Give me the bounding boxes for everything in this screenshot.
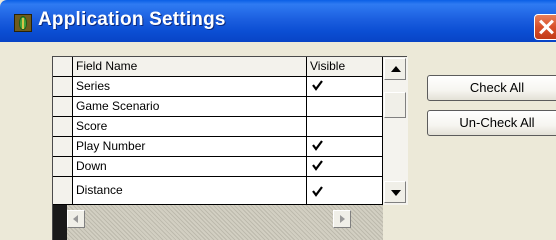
scroll-right-button[interactable] <box>333 210 351 228</box>
row-selector[interactable] <box>53 137 73 157</box>
visible-checkbox[interactable] <box>311 99 324 112</box>
scroll-down-button[interactable] <box>384 181 406 203</box>
vertical-scroll-thumb[interactable] <box>384 92 406 118</box>
visible-cell[interactable] <box>307 177 383 205</box>
row-selector[interactable] <box>53 117 73 137</box>
vertical-scrollbar[interactable] <box>383 57 408 205</box>
arrow-down-icon <box>391 190 401 196</box>
uncheck-all-button[interactable]: Un-Check All <box>427 110 556 136</box>
field-name-cell[interactable]: Distance <box>73 177 307 205</box>
grid-corner-header <box>53 57 73 77</box>
horizontal-scrollbar[interactable] <box>53 205 408 240</box>
field-name-cell[interactable]: Series <box>73 77 307 97</box>
field-name-cell[interactable]: Down <box>73 157 307 177</box>
visible-checkbox[interactable] <box>311 79 324 92</box>
window-title: Application Settings <box>38 9 226 30</box>
visible-checkbox[interactable] <box>311 185 324 198</box>
visible-checkbox[interactable] <box>311 119 324 132</box>
row-selector[interactable] <box>53 157 73 177</box>
close-icon[interactable] <box>534 14 556 40</box>
visible-cell[interactable] <box>307 77 383 97</box>
visible-checkbox[interactable] <box>311 159 324 172</box>
row-selector[interactable] <box>53 97 73 117</box>
row-selector[interactable] <box>53 77 73 97</box>
field-name-cell[interactable]: Game Scenario <box>73 97 307 117</box>
field-name-cell[interactable]: Score <box>73 117 307 137</box>
title-bar[interactable]: Application Settings <box>0 0 556 42</box>
scroll-up-button[interactable] <box>384 58 406 80</box>
visible-cell[interactable] <box>307 137 383 157</box>
row-selector[interactable] <box>53 177 73 205</box>
scrollbar-corner <box>383 205 408 240</box>
field-name-cell[interactable]: Play Number <box>73 137 307 157</box>
arrow-left-icon <box>73 215 78 223</box>
scroll-left-button[interactable] <box>67 210 85 228</box>
visible-cell[interactable] <box>307 97 383 117</box>
app-leaf-icon[interactable] <box>14 14 32 32</box>
column-header-visible[interactable]: Visible <box>307 57 383 77</box>
visible-cell[interactable] <box>307 157 383 177</box>
arrow-up-icon <box>391 66 401 72</box>
fields-grid[interactable]: Field Name Visible Series Game Scenario … <box>52 56 408 240</box>
visible-cell[interactable] <box>307 117 383 137</box>
visible-checkbox[interactable] <box>311 139 324 152</box>
check-all-button[interactable]: Check All <box>427 75 556 101</box>
arrow-right-icon <box>340 215 345 223</box>
scrollbar-left-edge <box>53 205 67 240</box>
column-header-field-name[interactable]: Field Name <box>73 57 307 77</box>
